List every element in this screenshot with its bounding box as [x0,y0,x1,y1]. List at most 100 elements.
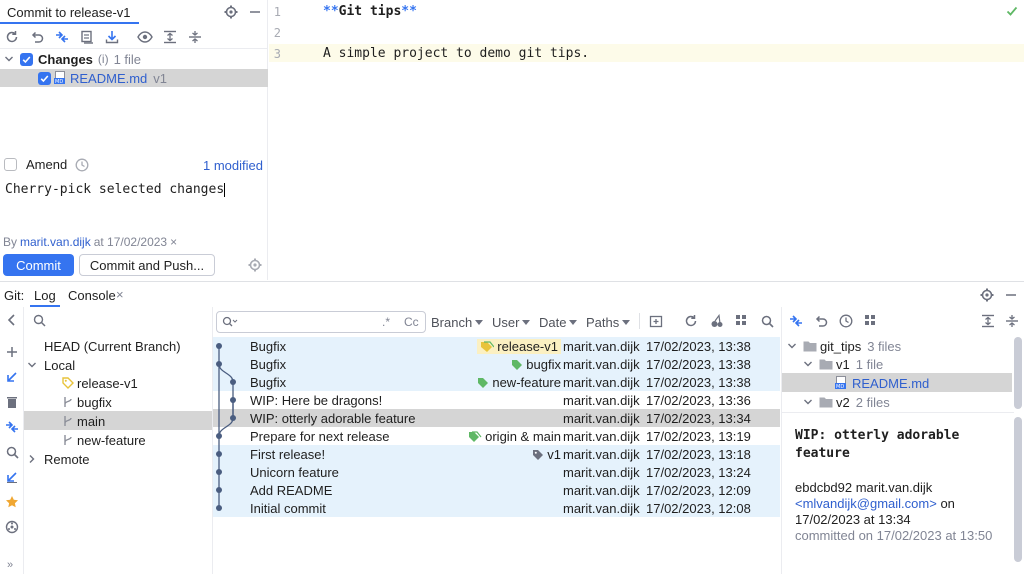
settings-wheel-icon[interactable] [3,518,21,536]
new-tab-icon[interactable] [647,312,665,330]
regex-toggle[interactable]: .* [382,315,390,329]
branch-item-bugfix[interactable]: bugfix [62,393,112,411]
commit-row[interactable]: First release! v1 marit.van.dijk 17/02/2… [213,445,780,463]
amend-checkbox[interactable] [4,158,17,171]
commit-options-gear-icon[interactable] [246,256,264,274]
scrollbar-thumb[interactable] [1014,417,1022,562]
compare-icon[interactable] [3,418,21,436]
fetch-icon[interactable] [3,468,21,486]
clock-icon[interactable] [75,158,89,172]
folder-name: v2 [836,394,850,410]
star-icon[interactable] [3,493,21,511]
chevron-down-icon[interactable] [27,360,41,370]
commit-tab[interactable]: Commit to release-v1 [0,0,139,24]
commit-row[interactable]: Initial commit marit.van.dijk 17/02/2023… [213,499,780,517]
cherry-pick-icon[interactable] [708,312,726,330]
date-filter[interactable]: Date [539,315,578,330]
collapse-all-icon[interactable] [1003,312,1021,330]
revert-icon[interactable] [812,312,830,330]
collapse-all-icon[interactable] [186,28,204,46]
search-icon[interactable] [3,443,21,461]
file-name: README.md [70,70,148,86]
gear-icon[interactable] [222,3,240,21]
history-icon[interactable] [837,312,855,330]
more-icon[interactable]: » [7,559,13,571]
update-icon[interactable] [3,368,21,386]
git-tabs: Git: Log Console × [0,282,1024,307]
branch-group-remote[interactable]: Remote [27,450,90,468]
commit-date: 17/02/2023, 13:24 [646,465,751,480]
refresh-icon[interactable] [3,28,21,46]
file-checkbox[interactable] [38,71,51,85]
gear-icon[interactable] [978,286,996,304]
commit-header: Commit to release-v1 [0,0,268,24]
chevron-down-icon[interactable] [803,359,815,369]
branch-item-new-feature[interactable]: new-feature [62,431,146,449]
search-icon[interactable] [33,314,46,327]
expand-all-icon[interactable] [161,28,179,46]
branch-item-main[interactable]: main [62,412,105,430]
tree-file-row[interactable]: MD README.md [835,374,929,392]
commit-row[interactable]: WIP: Here be dragons! marit.van.dijk 17/… [213,391,780,409]
clear-author-icon[interactable]: × [170,235,177,249]
line-number: 3 [273,47,281,61]
changed-file-row[interactable]: MD README.md v1 [0,69,268,87]
plus-icon[interactable] [3,343,21,361]
diff-icon[interactable] [53,28,71,46]
minimize-icon[interactable] [246,3,264,21]
tab-console[interactable]: Console [68,288,116,303]
eye-icon[interactable] [136,28,154,46]
modified-link[interactable]: 1 modified [203,158,263,173]
commit-row-selected[interactable]: WIP: otterly adorable feature marit.van.… [213,409,780,427]
chevron-down-icon[interactable] [803,397,815,407]
commit-row[interactable]: Prepare for next release origin & main m… [213,427,780,445]
commit-row[interactable]: Unicorn feature marit.van.dijk 17/02/202… [213,463,780,481]
commit-row[interactable]: Bugfix release-v1 marit.van.dijk 17/02/2… [213,337,780,355]
commit-row[interactable]: Bugfix new-feature marit.van.dijk 17/02/… [213,373,780,391]
tree-root-row[interactable]: git_tips 3 files [787,337,901,355]
rollback-icon[interactable] [28,28,46,46]
close-console-icon[interactable]: × [116,287,124,302]
commit-row[interactable]: Bugfix bugfix marit.van.dijk 17/02/2023,… [213,355,780,373]
expand-all-icon[interactable] [979,312,997,330]
branch-head[interactable]: HEAD (Current Branch) [44,337,181,355]
branch-group-local[interactable]: Local [27,356,75,374]
branch-filter[interactable]: Branch [431,315,484,330]
author-link[interactable]: marit.van.dijk [20,235,91,249]
author-email-link[interactable]: <mlvandijk@gmail.com> [795,496,937,511]
commit-author: marit.van.dijk [563,483,640,498]
commit-graph [216,343,236,511]
chevron-down-icon[interactable] [4,54,16,64]
download-icon[interactable] [103,28,121,46]
grid-options-icon[interactable] [862,312,880,330]
branch-item-release-v1[interactable]: release-v1 [62,374,138,392]
code-line-1: **Git tips** [323,4,417,19]
log-search-input[interactable]: .* Cc [216,311,426,333]
tab-log[interactable]: Log [30,288,60,307]
chevron-right-icon[interactable] [27,454,41,464]
user-filter[interactable]: User [492,315,531,330]
chevron-left-icon[interactable] [3,311,21,329]
refresh-icon[interactable] [682,312,700,330]
grid-options-icon[interactable] [733,312,751,330]
commit-message: Bugfix [250,375,287,390]
editor[interactable]: 1 2 3 **Git tips** A simple project to d… [269,0,1024,280]
chevron-down-icon[interactable] [787,341,799,351]
search-icon[interactable] [758,312,776,330]
tree-folder-row[interactable]: v1 1 file [803,355,883,373]
compare-icon[interactable] [787,312,805,330]
commit-message-input[interactable]: Cherry-pick selected changes [5,182,226,197]
tree-folder-row[interactable]: v2 2 files [803,393,890,411]
case-toggle[interactable]: Cc [404,315,419,329]
paths-filter[interactable]: Paths [586,315,631,330]
shelve-icon[interactable] [78,28,96,46]
commit-and-push-button[interactable]: Commit and Push... [79,254,215,276]
commit-button[interactable]: Commit [3,254,74,276]
search-dropdown-icon[interactable] [222,316,238,328]
changes-group-row[interactable]: Changes (i) 1 file [0,50,268,68]
minimize-icon[interactable] [1002,286,1020,304]
changes-checkbox[interactable] [20,52,33,66]
trash-icon[interactable] [3,393,21,411]
commit-row[interactable]: Add README marit.van.dijk 17/02/2023, 12… [213,481,780,499]
scrollbar-thumb[interactable] [1014,337,1022,409]
